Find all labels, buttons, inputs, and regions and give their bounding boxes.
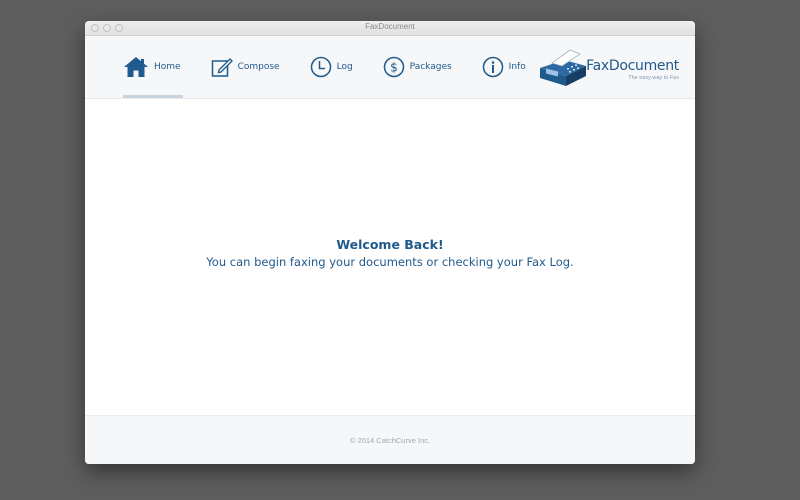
svg-text:$: $ bbox=[390, 61, 398, 75]
logo-tagline: The easy way to Fax bbox=[628, 74, 679, 81]
logo-name-prefix: Fax bbox=[586, 57, 609, 74]
nav-info[interactable]: Info bbox=[482, 36, 526, 98]
window-title: FaxDocument bbox=[365, 22, 415, 31]
info-icon bbox=[482, 56, 504, 78]
nav-compose[interactable]: Compose bbox=[211, 36, 280, 98]
nav-info-label: Info bbox=[508, 62, 526, 72]
toolbar: Home Compose Log $ Packages Info FaxDocu… bbox=[85, 36, 695, 99]
home-icon bbox=[123, 56, 149, 78]
nav-home[interactable]: Home bbox=[123, 36, 183, 98]
welcome-subtitle: You can begin faxing your documents or c… bbox=[206, 255, 574, 269]
clock-icon bbox=[310, 56, 332, 78]
welcome-title: Welcome Back! bbox=[336, 237, 444, 252]
dollar-icon: $ bbox=[383, 56, 405, 78]
nav-packages[interactable]: $ Packages bbox=[383, 36, 452, 98]
logo-name-suffix: Document bbox=[608, 57, 679, 74]
logo-name: FaxDocument bbox=[586, 58, 679, 74]
nav-compose-label: Compose bbox=[237, 62, 280, 72]
footer: © 2014 CatchCurve Inc. bbox=[85, 415, 695, 464]
app-window: FaxDocument Home Compose Log $ Packages … bbox=[85, 21, 695, 464]
faxdocument-logo: FaxDocument The easy way to Fax bbox=[536, 46, 679, 92]
nav-home-label: Home bbox=[154, 62, 181, 72]
logo-text: FaxDocument The easy way to Fax bbox=[586, 58, 679, 81]
main-nav: Home Compose Log $ Packages Info bbox=[123, 36, 556, 98]
fax-machine-icon bbox=[536, 46, 590, 92]
welcome-message: Welcome Back! You can begin faxing your … bbox=[85, 237, 695, 269]
copyright-text: © 2014 CatchCurve Inc. bbox=[349, 436, 431, 445]
nav-log-label: Log bbox=[336, 62, 353, 72]
title-bar[interactable]: FaxDocument bbox=[85, 21, 695, 36]
compose-icon bbox=[211, 56, 233, 78]
nav-log[interactable]: Log bbox=[310, 36, 353, 98]
nav-packages-label: Packages bbox=[409, 62, 452, 72]
main-content: Welcome Back! You can begin faxing your … bbox=[85, 99, 695, 415]
